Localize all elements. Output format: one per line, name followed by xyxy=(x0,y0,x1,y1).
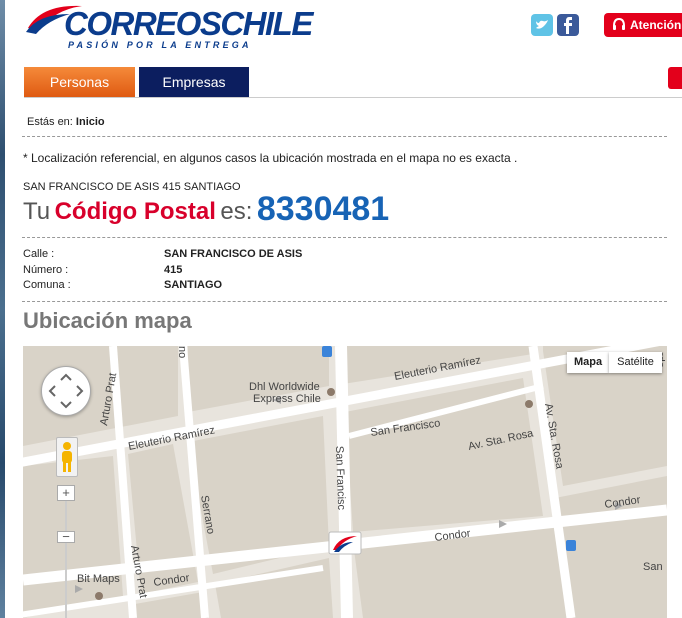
tab-personas[interactable]: Personas xyxy=(24,67,135,97)
correos-chile-logo[interactable]: CORREOSCHILE PASIÓN POR LA ENTREGA xyxy=(24,2,313,52)
zoom-slider-handle[interactable]: − xyxy=(57,530,75,543)
poi-marker-icon[interactable] xyxy=(95,592,103,600)
transit-stop-icon[interactable] xyxy=(322,346,332,357)
atencion-button[interactable]: Atención xyxy=(604,13,682,37)
zoom-slider-track[interactable] xyxy=(65,501,67,618)
breadcrumb-current[interactable]: Inicio xyxy=(76,116,105,128)
breadcrumb: Estás en: Inicio xyxy=(27,116,105,128)
map-label-top-fragment: no xyxy=(176,346,188,358)
google-map[interactable]: Dhl Worldwide Express Chile Eleuterio Ra… xyxy=(23,346,667,618)
map-label-dhl-2: Express Chile xyxy=(253,393,321,405)
map-label-san-francisco-vertical: San Francisc xyxy=(333,446,347,511)
zoom-in-button[interactable]: + xyxy=(57,485,75,501)
map-label-dhl: Dhl Worldwide xyxy=(249,381,320,393)
pan-right-icon[interactable] xyxy=(76,385,84,397)
cp-es: es: xyxy=(220,198,253,225)
poi-marker-icon[interactable] xyxy=(525,400,533,408)
logo-text: CORREOSCHILE xyxy=(64,5,313,42)
breadcrumb-prefix: Estás en: xyxy=(27,116,73,128)
divider xyxy=(22,136,667,137)
comuna-label: Comuna : xyxy=(23,279,71,291)
map-type-satelite-button[interactable]: Satélite xyxy=(609,352,662,373)
calle-label: Calle : xyxy=(23,248,55,260)
menu-icon[interactable] xyxy=(668,67,682,89)
comuna-value: SANTIAGO xyxy=(164,279,223,291)
headset-icon xyxy=(613,18,625,30)
background-photo-strip xyxy=(0,0,5,618)
divider xyxy=(22,301,667,302)
pan-left-icon[interactable] xyxy=(48,385,56,397)
pan-down-icon[interactable] xyxy=(60,401,72,409)
numero-label: Número : xyxy=(23,264,69,276)
pan-up-icon[interactable] xyxy=(60,373,72,381)
transit-stop-icon[interactable] xyxy=(566,540,576,551)
location-notice: * Localización referencial, en algunos c… xyxy=(23,151,518,165)
map-label-bit-maps: Bit Maps xyxy=(77,573,120,585)
map-label-right-san: San xyxy=(643,561,663,573)
tab-empresas[interactable]: Empresas xyxy=(139,67,249,97)
location-pin-icon[interactable] xyxy=(328,531,362,555)
cp-label: Código Postal xyxy=(54,198,216,225)
calle-value: SAN FRANCISCO DE ASIS xyxy=(164,248,303,260)
logo-slogan: PASIÓN POR LA ENTREGA xyxy=(68,40,252,50)
street-view-pegman-icon[interactable] xyxy=(56,437,78,477)
divider xyxy=(22,237,667,238)
nav-divider xyxy=(24,97,682,98)
cp-prefix: Tu xyxy=(23,198,51,225)
poi-marker-icon[interactable] xyxy=(327,388,335,396)
facebook-icon[interactable] xyxy=(557,14,579,36)
postal-code-value: 8330481 xyxy=(256,190,390,228)
postal-code-line: Tu Código Postal es: 8330481 xyxy=(23,190,389,234)
map-type-mapa-button[interactable]: Mapa xyxy=(567,352,609,373)
map-section-title: Ubicación mapa xyxy=(23,308,192,333)
pan-control[interactable] xyxy=(41,366,91,416)
atencion-label: Atención xyxy=(630,18,682,32)
numero-value: 415 xyxy=(164,264,183,276)
twitter-icon[interactable] xyxy=(531,14,553,36)
